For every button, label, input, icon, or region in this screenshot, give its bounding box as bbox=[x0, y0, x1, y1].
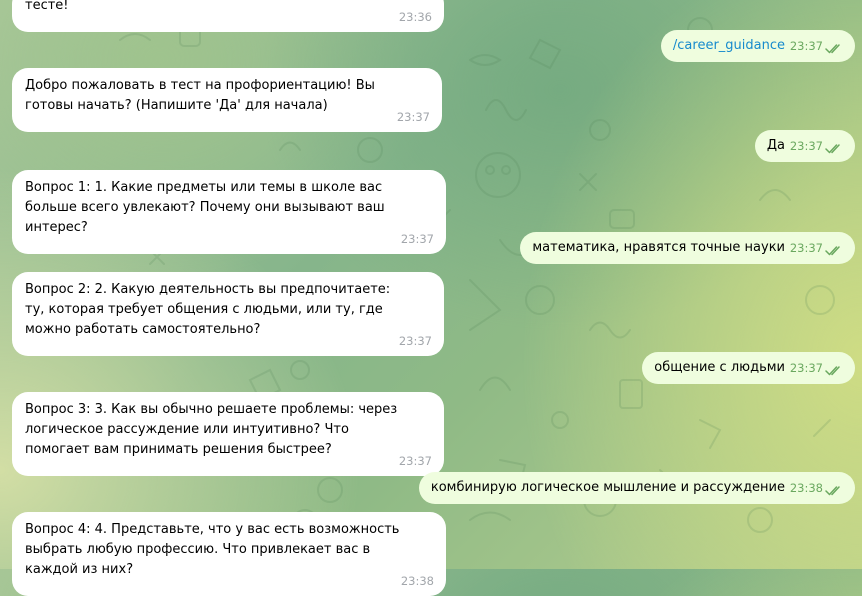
message-time: 23:38 bbox=[400, 574, 434, 588]
message-text: математика, нравятся точные науки bbox=[532, 240, 785, 255]
incoming-message[interactable]: Вопрос 3: 3. Как вы обычно решаете пробл… bbox=[12, 392, 444, 476]
message-text: Вопрос 1: 1. Какие предметы или темы в ш… bbox=[25, 180, 385, 235]
message-text: Вопрос 4: 4. Представьте, что у вас есть… bbox=[25, 522, 400, 577]
double-check-icon bbox=[825, 246, 840, 256]
message-text: комбинирую логическое мышление и рассужд… bbox=[430, 480, 785, 495]
incoming-message[interactable]: Вопрос 4: 4. Представьте, что у вас есть… bbox=[12, 512, 446, 596]
message-time: 23:37 bbox=[398, 334, 432, 348]
outgoing-message[interactable]: Да 23:37 bbox=[754, 130, 855, 162]
bot-command-link[interactable]: /career_guidance bbox=[673, 36, 785, 56]
message-time: 23:38 bbox=[789, 481, 823, 495]
message-time: 23:37 bbox=[789, 139, 823, 153]
double-check-icon bbox=[825, 44, 840, 54]
message-time: 23:37 bbox=[400, 232, 434, 246]
message-text: Да bbox=[766, 138, 785, 153]
message-text: Вопрос 2: 2. Какую деятельность вы предп… bbox=[25, 282, 391, 337]
outgoing-message[interactable]: общение с людьми 23:37 bbox=[642, 352, 855, 384]
message-text: общение с людьми bbox=[654, 360, 785, 375]
message-time: 23:37 bbox=[398, 454, 432, 468]
message-text: Добро пожаловать в тест на профориентаци… bbox=[25, 78, 375, 113]
message-time: 23:37 bbox=[789, 241, 823, 255]
incoming-message[interactable]: Добро пожаловать в тест на профориентаци… bbox=[12, 68, 442, 132]
message-time: 23:37 bbox=[789, 39, 823, 53]
incoming-message[interactable]: Вопрос 1: 1. Какие предметы или темы в ш… bbox=[12, 170, 446, 254]
double-check-icon bbox=[825, 366, 840, 376]
outgoing-message[interactable]: /career_guidance 23:37 bbox=[660, 30, 855, 62]
message-text: Вопрос 3: 3. Как вы обычно решаете пробл… bbox=[25, 402, 398, 457]
double-check-icon bbox=[825, 486, 840, 496]
message-time: 23:37 bbox=[789, 361, 823, 375]
message-time: 23:37 bbox=[396, 110, 430, 124]
outgoing-message[interactable]: комбинирую логическое мышление и рассужд… bbox=[418, 472, 855, 504]
message-text: тесте! bbox=[25, 0, 69, 13]
incoming-message[interactable]: Вопрос 2: 2. Какую деятельность вы предп… bbox=[12, 272, 444, 356]
double-check-icon bbox=[825, 144, 840, 154]
incoming-message[interactable]: тесте! 23:36 bbox=[12, 0, 444, 32]
outgoing-message[interactable]: математика, нравятся точные науки 23:37 bbox=[520, 232, 855, 264]
message-time: 23:36 bbox=[398, 10, 432, 24]
